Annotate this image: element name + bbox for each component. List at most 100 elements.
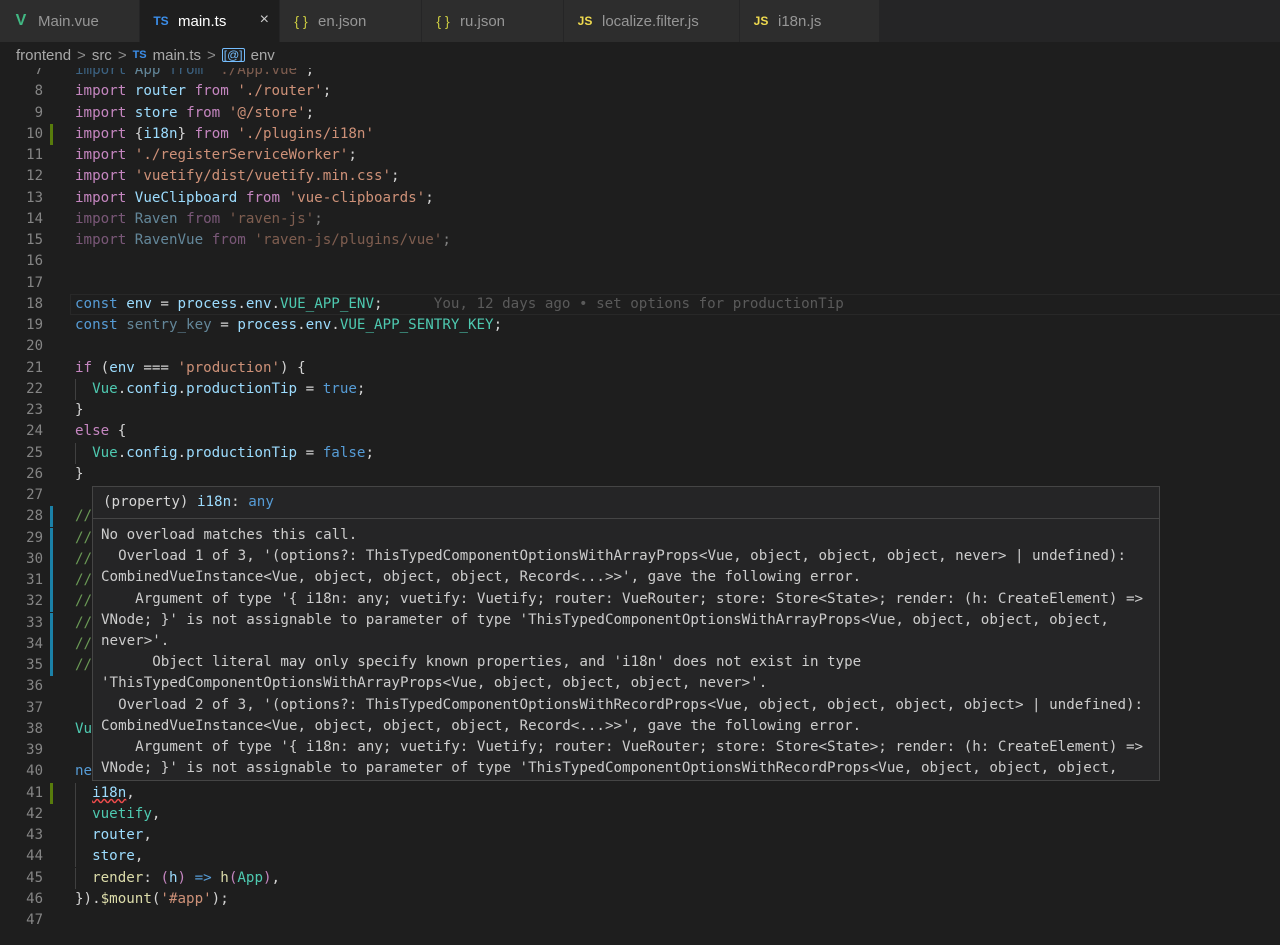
json-icon: { } [294,13,308,29]
line-code: import 'vuetify/dist/vuetify.min.css'; [75,166,400,187]
line-code: // [75,591,92,612]
code-line[interactable]: 9 import store from '@/store'; [0,103,1280,124]
tab-label: en.json [318,12,367,30]
gutter-modified-marker[interactable] [50,506,53,527]
code-token: from [211,232,246,248]
code-token: './registerServiceWorker' [134,147,349,163]
code-line[interactable]: 14 import Raven from 'raven-js'; [0,209,1280,230]
code-line[interactable]: 42 vuetify, [0,804,1280,825]
gutter-modified-marker[interactable] [50,655,53,676]
tab-en-json[interactable]: { } en.json [280,0,422,42]
code-token: // [75,593,93,609]
typescript-icon: TS [132,49,147,61]
code-token: . [237,296,246,312]
code-token: false [322,445,366,461]
code-line[interactable]: 15 import RavenVue from 'raven-js/plugins… [0,230,1280,251]
code-token: // [75,636,93,652]
code-line[interactable]: 47 [0,910,1280,931]
code-line[interactable]: 44 store, [0,846,1280,867]
code-token: => [194,870,212,886]
line-code: // [75,634,92,655]
code-token: from [186,105,221,121]
variable-symbol-icon: [@] [221,48,245,62]
code-line[interactable]: 45 render: (h) => h(App), [0,868,1280,889]
close-icon[interactable]: × [260,11,269,29]
vue-icon: V [15,12,27,29]
code-token: if [75,360,93,376]
breadcrumb-file[interactable]: main.ts [153,47,201,64]
gutter-modified-marker[interactable] [50,634,53,655]
gutter-modified-marker[interactable] [50,613,53,634]
gutter-added-marker[interactable] [50,783,53,804]
line-number: 44 [26,848,43,864]
hover-tooltip: (property) i18n: any No overload matches… [92,486,1160,781]
gutter-modified-marker[interactable] [50,528,53,549]
breadcrumb-symbol[interactable]: env [251,47,275,64]
code-token: } [177,126,195,142]
code-line[interactable]: 23} [0,400,1280,421]
code-token: Vue [92,381,118,397]
code-line[interactable]: 18 const env = process.env.VUE_APP_ENV; Y… [0,294,1280,315]
line-number: 20 [26,338,43,354]
code-line[interactable]: 16 [0,251,1280,272]
code-line[interactable]: 13 import VueClipboard from 'vue-clipboar… [0,188,1280,209]
code-line[interactable]: 43 router, [0,825,1280,846]
code-token: '#app' [160,891,212,907]
code-line[interactable]: 17 [0,273,1280,294]
code-line[interactable]: 46}).$mount('#app'); [0,889,1280,910]
breadcrumb-folder-src[interactable]: src [92,47,112,64]
code-line[interactable]: 8 import router from './router'; [0,81,1280,102]
code-line[interactable]: 20 [0,336,1280,357]
gutter-added-marker[interactable] [50,124,53,145]
code-line[interactable]: 10 import {i18n} from './plugins/i18n' [0,124,1280,145]
line-number: 11 [26,147,43,163]
tab-localize-filter-js[interactable]: JS localize.filter.js [564,0,740,42]
code-line[interactable]: 7 import App from './App.vue'; [0,68,1280,81]
tab-i18n-js[interactable]: JS i18n.js [740,0,880,42]
code-token: ; [374,296,383,312]
code-line[interactable]: 19 const sentry_key = process.env.VUE_APP… [0,315,1280,336]
line-number: 47 [26,912,43,928]
line-number: 14 [26,211,43,227]
line-number: 12 [26,168,43,184]
code-token: } [75,402,84,418]
signature-token: i18n [196,494,232,510]
code-token: ; [305,68,315,78]
line-number: 17 [26,275,43,291]
code-line[interactable]: 26} [0,464,1280,485]
gutter-modified-marker[interactable] [50,549,53,570]
code-token: 'raven-js' [228,211,315,227]
code-token: Raven [134,211,178,227]
code-line[interactable]: 24 else { [0,421,1280,442]
line-number: 25 [26,445,43,461]
code-token: import [75,232,127,248]
code-line[interactable]: 22 Vue.config.productionTip = true; [0,379,1280,400]
signature-token: any [248,494,274,510]
line-number: 37 [26,700,43,716]
code-token: from [194,126,229,142]
code-line[interactable]: 11 import './registerServiceWorker'; [0,145,1280,166]
gutter-modified-marker[interactable] [50,591,53,612]
line-code: render: (h) => h(App), [75,868,280,889]
code-line[interactable]: 12 import 'vuetify/dist/vuetify.min.css'; [0,166,1280,187]
gutter-modified-marker[interactable] [50,570,53,591]
tab-main-ts[interactable]: TS main.ts × [140,0,280,42]
code-line[interactable]: 25 Vue.config.productionTip = false; [0,443,1280,464]
code-line[interactable]: 21 if (env === 'production') { [0,358,1280,379]
javascript-icon: JS [577,14,593,28]
line-code: else { [75,421,126,442]
breadcrumb-folder-frontend[interactable]: frontend [16,47,71,64]
code-token: ; [348,147,357,163]
tab-main-vue[interactable]: V Main.vue [0,0,140,42]
line-code: import Raven from 'raven-js'; [75,209,323,230]
line-number: 27 [26,487,43,503]
code-token: import [75,190,127,206]
code-line[interactable]: 41 i18n, [0,783,1280,804]
tab-ru-json[interactable]: { } ru.json [422,0,564,42]
